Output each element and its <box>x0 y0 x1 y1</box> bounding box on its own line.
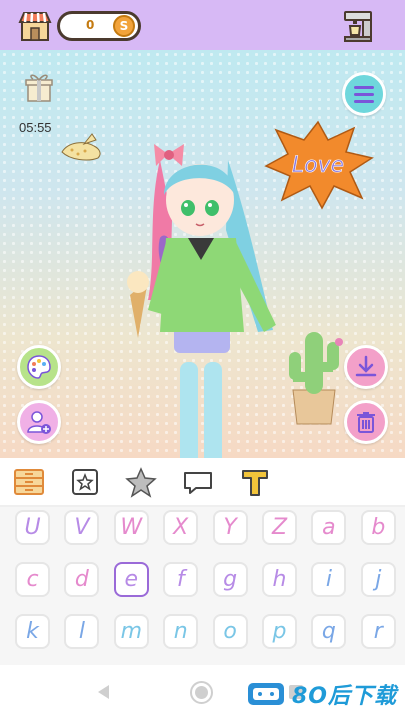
coin-count: 0 <box>86 18 95 32</box>
star-frame-icon[interactable] <box>69 466 101 498</box>
letter-sticker-l[interactable]: l <box>64 614 100 649</box>
letter-sticker-Y[interactable]: Y <box>212 510 248 545</box>
menu-bar-icon <box>354 92 374 96</box>
letter-sticker-d[interactable]: d <box>64 562 100 597</box>
back-icon[interactable] <box>96 684 112 700</box>
download-icon <box>355 355 377 377</box>
letter-sticker-e[interactable]: e <box>113 562 149 597</box>
letter-sticker-q[interactable]: q <box>311 614 347 649</box>
letter-sticker-U[interactable]: U <box>15 510 50 545</box>
delete-button[interactable] <box>344 400 388 444</box>
bird-sticker[interactable] <box>58 130 106 164</box>
letter-sticker-g[interactable]: g <box>212 562 248 597</box>
gift-timer: 05:55 <box>19 120 52 135</box>
letter-sticker-m[interactable]: m <box>113 614 149 649</box>
shop-icon[interactable] <box>17 8 53 44</box>
letter-sticker-Z[interactable]: Z <box>262 510 297 545</box>
letter-sticker-p[interactable]: p <box>262 614 297 649</box>
letter-sticker-r[interactable]: r <box>360 614 396 649</box>
coin-counter[interactable]: 0 S <box>57 11 141 41</box>
dresser-icon[interactable] <box>13 466 45 498</box>
add-person-icon <box>27 411 51 434</box>
menu-button[interactable] <box>342 72 386 116</box>
letter-sticker-n[interactable]: n <box>163 614 199 649</box>
menu-bar-icon <box>354 99 374 103</box>
palette-icon <box>27 355 51 379</box>
text-t-icon[interactable] <box>239 466 271 498</box>
menu-bar-icon <box>354 85 374 89</box>
add-person-button[interactable] <box>17 400 61 444</box>
cactus-sticker[interactable] <box>283 320 345 430</box>
download-button[interactable] <box>344 345 388 389</box>
top-bar: 0 S <box>0 0 405 50</box>
dressup-stage: 05:55 Love <box>0 50 405 458</box>
letter-sticker-f[interactable]: f <box>163 562 199 597</box>
watermark-logo-icon <box>248 683 284 705</box>
letter-grid: UVWXYZab cdefghij klmnopqr <box>0 507 405 665</box>
gift-icon[interactable] <box>25 71 53 103</box>
letter-sticker-b[interactable]: b <box>360 510 396 545</box>
home-icon[interactable] <box>190 681 213 704</box>
letter-sticker-V[interactable]: V <box>64 510 100 545</box>
star-icon[interactable] <box>125 466 157 498</box>
letter-sticker-i[interactable]: i <box>311 562 347 597</box>
letter-sticker-X[interactable]: X <box>163 510 199 545</box>
letter-sticker-c[interactable]: c <box>15 562 50 597</box>
letter-sticker-h[interactable]: h <box>262 562 297 597</box>
letter-sticker-W[interactable]: W <box>113 510 149 545</box>
watermark-text: 8O后下载 <box>292 684 398 709</box>
letter-sticker-j[interactable]: j <box>360 562 396 597</box>
character-doll[interactable] <box>108 100 288 458</box>
palette-button[interactable] <box>17 345 61 389</box>
letter-sticker-o[interactable]: o <box>212 614 248 649</box>
coin-icon: S <box>113 15 135 37</box>
letter-sticker-k[interactable]: k <box>15 614 50 649</box>
speech-bubble-icon[interactable] <box>182 466 214 498</box>
trash-icon <box>357 412 375 433</box>
love-text: Love <box>292 153 344 178</box>
letter-sticker-a[interactable]: a <box>311 510 347 545</box>
category-tabs <box>0 458 405 506</box>
coffee-machine-icon[interactable] <box>341 8 377 44</box>
system-nav-bar: 8O后下载 <box>0 665 405 720</box>
